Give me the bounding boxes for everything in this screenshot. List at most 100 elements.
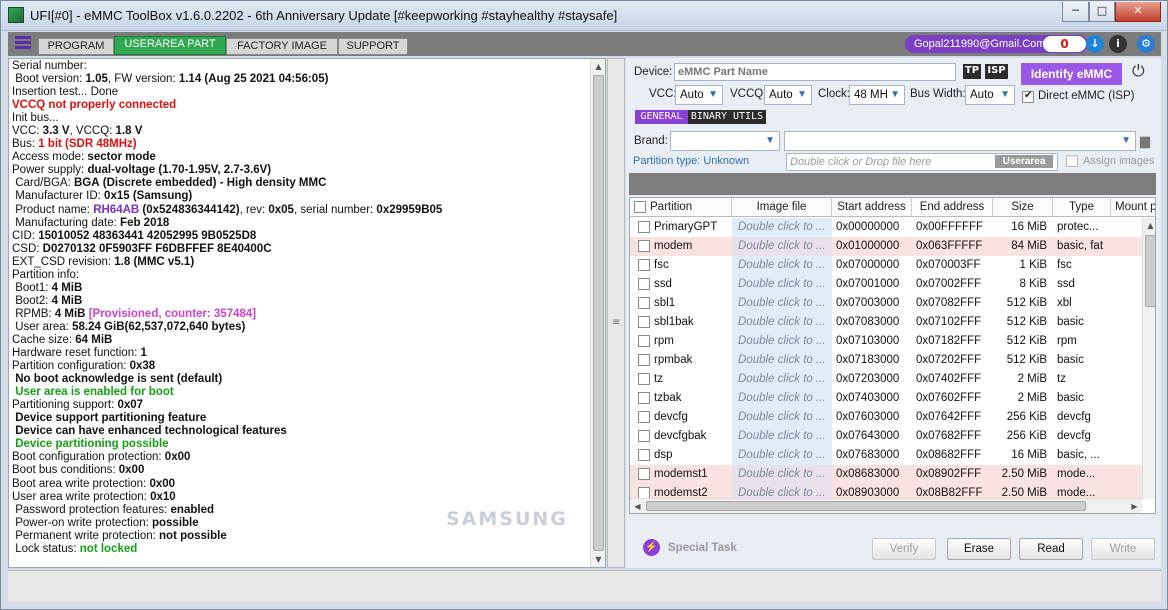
scroll-thumb[interactable] [593,75,604,551]
file-path-select[interactable]: ▼ [784,131,1136,151]
log-segment: Power-on write protection: [12,516,152,529]
image-file-cell[interactable]: Double click to ... [732,275,832,294]
partition-name: modem [654,240,693,252]
scroll-up-icon[interactable]: ▲ [1143,218,1155,233]
emmc-part-name-field[interactable]: eMMC Part Name [674,63,956,81]
tab-userarea-part[interactable]: USERAREA PART [114,36,226,55]
tab-factory-image[interactable]: FACTORY IMAGE [226,38,338,55]
image-file-cell[interactable]: Double click to ... [732,294,832,313]
image-file-cell[interactable]: Double click to ... [732,256,832,275]
table-row[interactable]: tzbak Double click to ... 0x07403000 0x0760… [630,389,1142,408]
tp-button[interactable]: TP [963,64,981,79]
row-checkbox[interactable] [638,297,650,309]
maximize-button[interactable]: □ [1089,2,1115,22]
subtab-binary-utils[interactable]: BINARY UTILS [688,110,766,124]
col-type[interactable]: Type [1053,198,1111,217]
subtab-general[interactable]: GENERAL [635,110,688,124]
table-row[interactable]: devcfgbak Double click to ... 0x07643000 0x… [630,427,1142,446]
image-file-cell[interactable]: Double click to ... [732,446,832,465]
image-file-cell[interactable]: Double click to ... [732,408,832,427]
brand-select[interactable]: ▼ [670,131,780,151]
row-checkbox[interactable] [638,316,650,328]
scroll-right-icon[interactable]: ▶ [1127,499,1142,513]
row-checkbox[interactable] [638,468,650,480]
row-checkbox[interactable] [638,449,650,461]
tab-support[interactable]: SUPPORT [338,38,408,55]
vcc-select[interactable]: Auto ▼ [675,85,723,105]
table-row[interactable]: fsc Double click to ... 0x07000000 0x070003… [630,256,1142,275]
special-task-icon[interactable]: ⚡ [643,539,660,556]
table-row[interactable]: ssd Double click to ... 0x07001000 0x07002F… [630,275,1142,294]
table-row[interactable]: tz Double click to ... 0x07203000 0x07402FF… [630,370,1142,389]
table-scrollbar[interactable]: ▲ [1142,218,1155,499]
write-button[interactable]: Write [1091,538,1155,560]
power-icon[interactable]: ⏻ [1132,63,1145,81]
clock-select[interactable]: 48 MH ▼ [849,85,905,105]
table-row[interactable]: sbl1bak Double click to ... 0x07083000 0x07… [630,313,1142,332]
image-file-cell[interactable]: Double click to ... [732,351,832,370]
vccq-select[interactable]: Auto ▼ [764,85,812,105]
table-row[interactable]: rpmbak Double click to ... 0x07183000 0x072… [630,351,1142,370]
table-row[interactable]: PrimaryGPT Double click to ... 0x00000000 0… [630,218,1142,237]
row-checkbox[interactable] [638,240,650,252]
close-button[interactable]: ✕ [1115,2,1161,22]
row-checkbox[interactable] [638,411,650,423]
scroll-down-icon[interactable]: ▼ [591,552,606,567]
image-file-cell[interactable]: Double click to ... [732,370,832,389]
row-checkbox[interactable] [638,373,650,385]
panel-splitter[interactable]: ≡ [607,58,625,568]
userarea-badge[interactable]: Userarea [995,155,1053,168]
folder-icon[interactable]: ▆ [1140,133,1150,149]
col-size[interactable]: Size [993,198,1053,217]
download-icon[interactable]: ↓ [1086,35,1104,53]
identify-emmc-button[interactable]: Identify eMMC [1021,63,1122,85]
image-file-cell[interactable]: Double click to ... [732,427,832,446]
isp-button[interactable]: ISP [985,64,1008,79]
read-button[interactable]: Read [1019,538,1083,560]
image-file-cell[interactable]: Double click to ... [732,313,832,332]
table-hscrollbar[interactable]: ◀ ▶ [630,498,1142,513]
table-row[interactable]: sbl1 Double click to ... 0x07003000 0x07082… [630,294,1142,313]
assign-images-checkbox[interactable] [1066,155,1078,167]
scroll-left-icon[interactable]: ◀ [630,499,645,513]
row-checkbox[interactable] [638,392,650,404]
type: protec... [1057,221,1099,233]
row-checkbox[interactable] [638,430,650,442]
gear-icon[interactable]: ⚙ [1137,35,1155,53]
table-row[interactable]: dsp Double click to ... 0x07683000 0x08682F… [630,446,1142,465]
log-scrollbar[interactable]: ▲ ▼ [590,59,605,567]
menu-icon[interactable] [15,36,31,50]
scroll-thumb[interactable] [1145,235,1155,307]
tab-program[interactable]: PROGRAM [38,38,114,55]
image-file-cell[interactable]: Double click to ... [732,332,832,351]
image-file-cell[interactable]: Double click to ... [732,465,832,484]
row-checkbox[interactable] [638,259,650,271]
hscroll-thumb[interactable] [646,501,1086,511]
verify-button[interactable]: Verify [872,538,936,560]
chevron-down-icon: ▼ [765,135,775,146]
minimize-button[interactable]: ─ [1062,2,1089,22]
row-checkbox[interactable] [638,354,650,366]
row-checkbox[interactable] [638,335,650,347]
table-row[interactable]: modemst1 Double click to ... 0x08683000 0x0… [630,465,1142,484]
bus-width-select[interactable]: Auto ▼ [965,85,1015,105]
select-all-checkbox[interactable] [634,201,646,213]
col-image-file[interactable]: Image file [732,198,832,217]
image-file-cell[interactable]: Double click to ... [732,237,832,256]
image-file-cell[interactable]: Double click to ... [732,389,832,408]
row-checkbox[interactable] [638,278,650,290]
row-checkbox[interactable] [638,221,650,233]
col-mount-point[interactable]: Mount p [1111,198,1155,217]
info-icon[interactable]: i [1109,35,1127,53]
table-row[interactable]: rpm Double click to ... 0x07103000 0x07182F… [630,332,1142,351]
col-end-address[interactable]: End address [912,198,993,217]
table-row[interactable]: modem Double click to ... 0x01000000 0x063F… [630,237,1142,256]
table-row[interactable]: devcfg Double click to ... 0x07603000 0x076… [630,408,1142,427]
image-file-cell[interactable]: Double click to ... [732,218,832,237]
direct-emmc-checkbox[interactable] [1022,90,1034,103]
special-task-button[interactable]: Special Task [668,542,737,554]
scroll-up-icon[interactable]: ▲ [591,59,606,74]
col-start-address[interactable]: Start address [832,198,912,217]
erase-button[interactable]: Erase [947,538,1011,560]
top-toolbar: PROGRAM USERAREA PART FACTORY IMAGE SUPP… [8,32,1161,56]
